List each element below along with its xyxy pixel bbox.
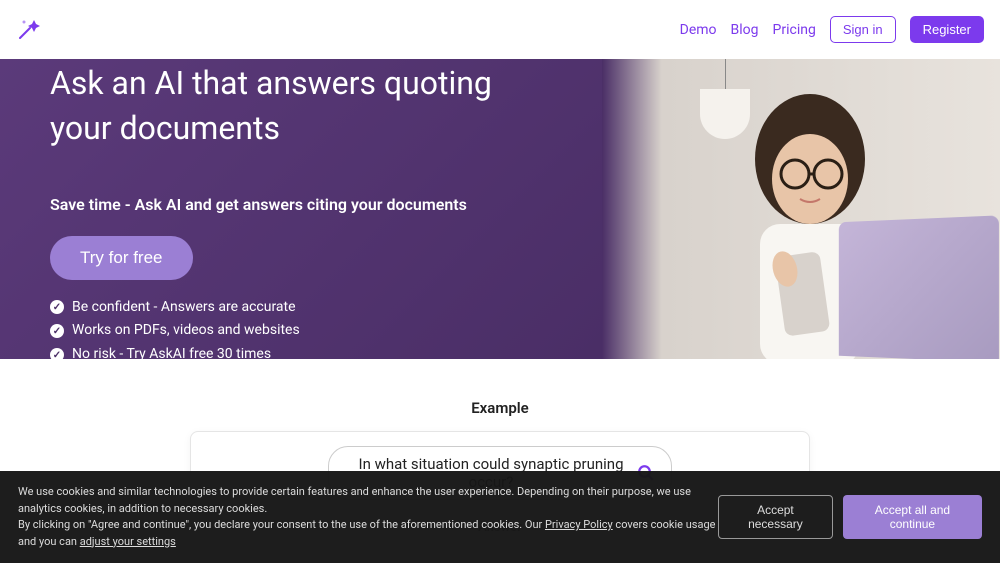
check-icon	[50, 300, 64, 314]
example-heading: Example	[0, 399, 1000, 417]
hero-bullet-list: Be confident - Answers are accurate Work…	[50, 296, 552, 359]
hero-subtitle: Save time - Ask AI and get answers citin…	[50, 195, 552, 214]
adjust-settings-link[interactable]: adjust your settings	[80, 535, 176, 548]
nav-pricing[interactable]: Pricing	[773, 22, 816, 38]
hero-bullet: Works on PDFs, videos and websites	[72, 319, 300, 343]
hero-section: Ask an AI that answers quoting your docu…	[0, 59, 1000, 359]
laptop-decoration	[839, 215, 999, 359]
hero-title: Ask an AI that answers quoting your docu…	[50, 61, 552, 151]
hero-bullet: Be confident - Answers are accurate	[72, 296, 296, 320]
nav-blog[interactable]: Blog	[731, 22, 759, 38]
check-icon	[50, 324, 64, 338]
check-icon	[50, 348, 64, 359]
hero-image	[602, 59, 1000, 359]
logo[interactable]	[16, 16, 44, 44]
privacy-policy-link[interactable]: Privacy Policy	[545, 518, 613, 531]
signin-button[interactable]: Sign in	[830, 16, 896, 43]
cookie-banner: We use cookies and similar technologies …	[0, 471, 1000, 563]
hero-bullet: No risk - Try AskAI free 30 times	[72, 343, 271, 359]
cookie-text: We use cookies and similar technologies …	[18, 484, 718, 550]
wand-icon	[16, 16, 44, 44]
accept-all-button[interactable]: Accept all and continue	[843, 495, 982, 539]
try-free-button[interactable]: Try for free	[50, 236, 193, 280]
register-button[interactable]: Register	[910, 16, 984, 43]
accept-necessary-button[interactable]: Accept necessary	[718, 495, 833, 539]
nav-demo[interactable]: Demo	[680, 22, 717, 38]
